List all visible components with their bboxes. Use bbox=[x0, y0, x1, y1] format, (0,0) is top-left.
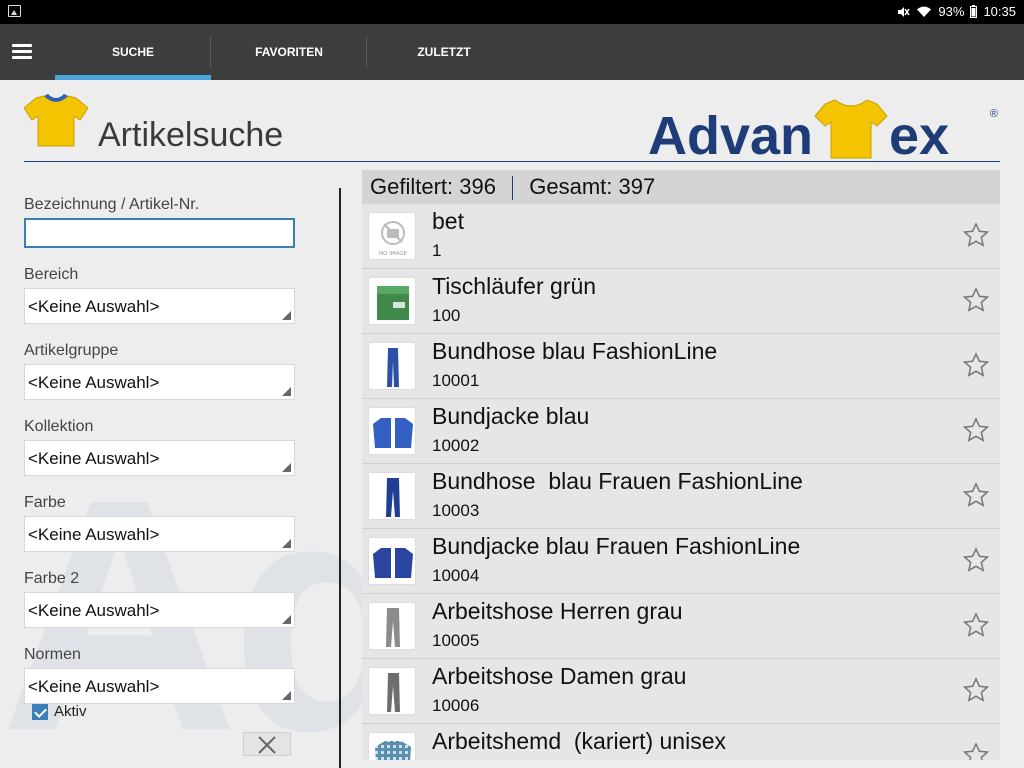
item-name: Tischläufer grün bbox=[432, 273, 597, 299]
list-item[interactable]: Arbeitshose Damen grau 10006 bbox=[362, 659, 1000, 724]
artikelgruppe-label: Artikelgruppe bbox=[24, 342, 119, 359]
blue-jacket-thumbnail bbox=[368, 537, 416, 585]
list-item[interactable]: Arbeitshose Herren grau 10005 bbox=[362, 594, 1000, 659]
page-title: Artikelsuche bbox=[98, 116, 284, 154]
item-number: 10005 bbox=[432, 631, 480, 650]
aktiv-label: Aktiv bbox=[54, 703, 87, 720]
bereich-label: Bereich bbox=[24, 266, 79, 283]
item-number: 10002 bbox=[432, 436, 480, 455]
filtered-count: 396 bbox=[459, 174, 496, 199]
normen-select[interactable]: <Keine Auswahl> bbox=[24, 668, 295, 704]
tab-favoriten[interactable]: FAVORITEN bbox=[211, 24, 367, 80]
favorite-star-icon[interactable] bbox=[962, 221, 990, 249]
results-list[interactable]: NO IMAGE bet 1 Tischläufer grün 100 Bund… bbox=[362, 204, 1000, 760]
tab-zuletzt[interactable]: ZULETZT bbox=[366, 24, 522, 80]
no-image-icon: NO IMAGE bbox=[368, 212, 416, 260]
farbe-select[interactable]: <Keine Auswahl> bbox=[24, 516, 295, 552]
brand-shirt-icon bbox=[814, 99, 888, 159]
grey-pants-thumbnail bbox=[368, 602, 416, 650]
blue-pants-thumbnail bbox=[368, 342, 416, 390]
search-input[interactable] bbox=[24, 218, 295, 248]
results-summary: Gefiltert: 396 Gesamt: 397 bbox=[362, 170, 1000, 204]
list-item[interactable]: Tischläufer grün 100 bbox=[362, 269, 1000, 334]
item-name: Bundjacke blau bbox=[432, 403, 590, 429]
clear-filters-button[interactable] bbox=[243, 732, 291, 756]
farbe2-label: Farbe 2 bbox=[24, 570, 80, 587]
item-name: Arbeitshemd (kariert) unisex bbox=[432, 728, 726, 754]
filtered-label: Gefiltert: bbox=[370, 174, 454, 199]
battery-icon bbox=[970, 5, 978, 18]
mute-icon bbox=[898, 6, 911, 17]
kollektion-label: Kollektion bbox=[24, 418, 94, 435]
checked-shirt-thumbnail bbox=[368, 732, 416, 760]
favorite-star-icon[interactable] bbox=[962, 741, 990, 760]
item-number: 10004 bbox=[432, 566, 480, 585]
item-number: 10003 bbox=[432, 501, 480, 520]
list-item[interactable]: Arbeitshemd (kariert) unisex bbox=[362, 724, 1000, 760]
page-header: Artikelsuche Advan ex ® bbox=[24, 90, 1000, 166]
farbe2-select[interactable]: <Keine Auswahl> bbox=[24, 592, 295, 628]
favorite-star-icon[interactable] bbox=[962, 546, 990, 574]
total-count: 397 bbox=[618, 174, 656, 199]
battery-percent: 93% bbox=[938, 4, 965, 19]
item-name: Bundhose blau FashionLine bbox=[432, 338, 718, 364]
aktiv-checkbox[interactable] bbox=[32, 703, 48, 720]
clock: 10:35 bbox=[983, 4, 1016, 19]
favorite-star-icon[interactable] bbox=[962, 676, 990, 704]
list-item[interactable]: Bundjacke blau 10002 bbox=[362, 399, 1000, 464]
list-item[interactable]: NO IMAGE bet 1 bbox=[362, 204, 1000, 269]
brand-suffix: ex bbox=[889, 106, 950, 166]
image-notification-icon bbox=[8, 5, 21, 17]
search-label: Bezeichnung / Artikel-Nr. bbox=[24, 196, 200, 213]
favorite-star-icon[interactable] bbox=[962, 611, 990, 639]
bereich-select[interactable]: <Keine Auswahl> bbox=[24, 288, 295, 324]
list-item[interactable]: Bundjacke blau Frauen FashionLine 10004 bbox=[362, 529, 1000, 594]
farbe-label: Farbe bbox=[24, 494, 66, 511]
item-name: Bundhose blau Frauen FashionLine bbox=[432, 468, 803, 494]
wifi-icon bbox=[917, 6, 932, 18]
close-icon bbox=[258, 736, 276, 754]
total-label: Gesamt: bbox=[529, 174, 613, 199]
item-name: Arbeitshose Damen grau bbox=[432, 663, 687, 689]
filter-panel: Bezeichnung / Artikel-Nr. Bereich <Keine… bbox=[24, 196, 296, 722]
blue-jacket-thumbnail bbox=[368, 407, 416, 455]
shirt-logo-icon bbox=[24, 94, 88, 147]
favorite-star-icon[interactable] bbox=[962, 416, 990, 444]
panel-divider bbox=[339, 188, 341, 768]
item-number: 100 bbox=[432, 306, 461, 325]
favorite-star-icon[interactable] bbox=[962, 481, 990, 509]
list-item[interactable]: Bundhose blau Frauen FashionLine 10003 bbox=[362, 464, 1000, 529]
kollektion-select[interactable]: <Keine Auswahl> bbox=[24, 440, 295, 476]
advantex-logo: Advan ex ® bbox=[648, 90, 998, 166]
item-number: 10001 bbox=[432, 371, 480, 390]
list-item[interactable]: Bundhose blau FashionLine 10001 bbox=[362, 334, 1000, 399]
grey-pants-thumbnail bbox=[368, 667, 416, 715]
tab-suche[interactable]: SUCHE bbox=[55, 24, 211, 80]
artikelgruppe-select[interactable]: <Keine Auswahl> bbox=[24, 364, 295, 400]
registered-mark: ® bbox=[989, 108, 998, 120]
aktiv-checkbox-row[interactable]: Aktiv bbox=[32, 703, 87, 720]
brand-prefix: Advan bbox=[648, 106, 814, 166]
item-number: 10006 bbox=[432, 696, 480, 715]
green-box-thumbnail bbox=[368, 277, 416, 325]
favorite-star-icon[interactable] bbox=[962, 351, 990, 379]
normen-label: Normen bbox=[24, 646, 81, 663]
item-number: 1 bbox=[432, 241, 442, 260]
item-name: Arbeitshose Herren grau bbox=[432, 598, 683, 624]
item-name: bet bbox=[432, 208, 464, 234]
status-bar: 93% 10:35 bbox=[0, 0, 1024, 24]
app-bar: SUCHE FAVORITEN ZULETZT bbox=[0, 24, 1024, 80]
blue-pants-thumbnail bbox=[368, 472, 416, 520]
svg-text:NO IMAGE: NO IMAGE bbox=[379, 251, 407, 257]
item-name: Bundjacke blau Frauen FashionLine bbox=[432, 533, 801, 559]
summary-separator bbox=[512, 176, 514, 201]
hamburger-menu-icon[interactable] bbox=[12, 44, 32, 60]
favorite-star-icon[interactable] bbox=[962, 286, 990, 314]
